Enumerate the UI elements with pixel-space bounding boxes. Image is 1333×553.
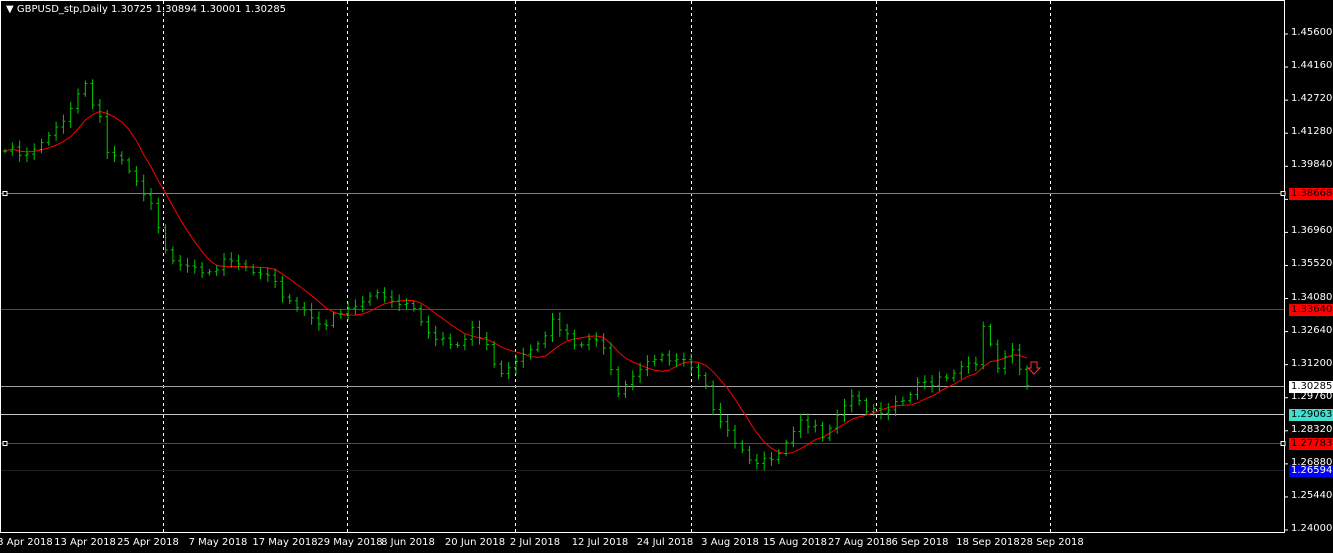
price-tick-label: 1.41280 [1291,126,1333,138]
price-tick-label: 1.44160 [1291,60,1333,72]
symbol-label: GBPUSD_stp,Daily [16,4,108,15]
chart-frame [0,0,1285,533]
date-tick-label: 2 Jul 2018 [509,537,561,548]
date-tick-label: 15 Aug 2018 [762,537,828,548]
level-handle[interactable] [2,191,8,196]
price-tick-label: 1.42720 [1291,93,1333,105]
price-level-label: 1.33640 [1289,303,1333,316]
price-tick-label: 1.31200 [1291,357,1333,369]
date-tick-label: 3 Apr 2018 [0,537,53,548]
price-tick-label: 1.36960 [1291,225,1333,237]
collapse-arrow-icon[interactable]: ▼ [6,4,14,15]
date-tick-label: 7 May 2018 [188,537,248,548]
high-value: 1.30894 [155,4,197,15]
low-value: 1.30001 [200,4,242,15]
date-tick-label: 12 Jul 2018 [571,537,629,548]
price-tick-label: 1.25440 [1291,489,1333,501]
price-tick-label: 1.34080 [1291,291,1333,303]
date-tick-label: 25 Apr 2018 [117,537,179,548]
price-level-label: 1.26594 [1289,464,1333,477]
date-tick-label: 20 Jun 2018 [444,537,506,548]
level-handle[interactable] [1280,441,1286,446]
date-tick-label: 28 Sep 2018 [1020,537,1084,548]
price-level-label: 1.29063 [1289,408,1333,421]
date-tick-label: 29 May 2018 [317,537,383,548]
price-tick-label: 1.39840 [1291,159,1333,171]
price-level-label: 1.38668 [1289,187,1333,200]
price-tick-label: 1.28320 [1291,423,1333,435]
price-level-label: 1.27783 [1289,437,1333,450]
price-tick-label: 1.29760 [1291,390,1333,402]
date-tick-label: 13 Apr 2018 [54,537,116,548]
date-tick-label: 3 Aug 2018 [701,537,759,548]
price-tick-label: 1.24000 [1291,523,1333,534]
price-tick-label: 1.35520 [1291,258,1333,270]
price-level-label: 1.30285 [1289,380,1333,393]
date-tick-label: 24 Jul 2018 [636,537,694,548]
date-tick-label: 17 May 2018 [252,537,318,548]
open-value: 1.30725 [111,4,153,15]
date-tick-label: 18 Sep 2018 [956,537,1020,548]
level-handle[interactable] [2,441,8,446]
date-tick-label: 8 Jun 2018 [381,537,435,548]
price-chart[interactable] [0,0,1333,553]
close-value: 1.30285 [244,4,287,15]
date-tick-label: 27 Aug 2018 [827,537,893,548]
level-handle[interactable] [1280,191,1286,196]
price-tick-label: 1.32640 [1291,324,1333,336]
price-tick-label: 1.45600 [1291,27,1333,38]
date-tick-label: 6 Sep 2018 [891,537,949,548]
chart-header: ▼ GBPUSD_stp,Daily 1.30725 1.30894 1.300… [6,4,286,15]
